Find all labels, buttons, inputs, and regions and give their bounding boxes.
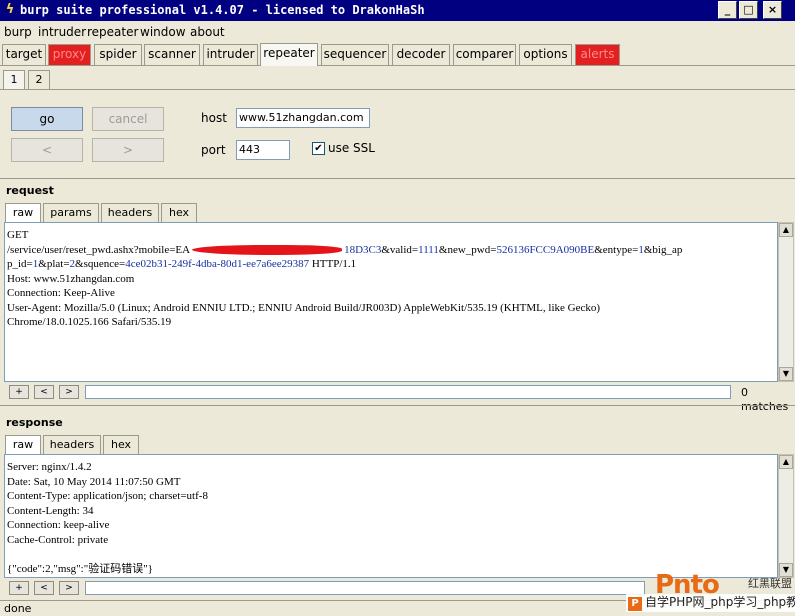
repeater-sub-tabs: 1 2	[0, 69, 795, 90]
request-tab-headers[interactable]: headers	[101, 203, 159, 222]
maximize-button[interactable]: □	[739, 1, 758, 19]
param-value-mobile-tail: 18D3C3	[344, 243, 382, 256]
response-line: Connection: keep-alive	[7, 519, 110, 531]
header-connection: Connection: Keep-Alive	[7, 287, 115, 299]
param-big-app-name: &big_ap	[643, 243, 683, 256]
scroll-up-icon[interactable]: ▲	[779, 223, 793, 237]
request-search-next-button[interactable]: >	[59, 385, 79, 399]
response-line: Server: nginx/1.4.2	[7, 461, 92, 473]
main-tab-strip: target proxy spider scanner intruder rep…	[0, 43, 795, 66]
tab-proxy[interactable]: proxy	[48, 44, 91, 65]
http-version: HTTP/1.1	[309, 258, 357, 270]
param-valid-name: &valid=	[381, 243, 419, 256]
request-line: GET	[7, 229, 29, 241]
param-entype-name: &entype=	[594, 243, 639, 256]
response-line: Cache-Control: private	[7, 533, 109, 546]
request-scrollbar[interactable]: ▲ ▼	[778, 222, 794, 382]
response-tab-hex[interactable]: hex	[103, 435, 139, 454]
history-forward-button[interactable]: >	[92, 138, 164, 162]
title-bar: ϟ burp suite professional v1.4.07 - lice…	[0, 0, 795, 21]
menu-burp[interactable]: burp	[4, 25, 32, 39]
minimize-button[interactable]: _	[718, 1, 737, 19]
divider	[0, 178, 795, 179]
request-tab-raw[interactable]: raw	[5, 203, 41, 222]
watermark-line: P 自学PHP网_php学习_php教	[626, 594, 795, 612]
tab-options[interactable]: options	[519, 44, 572, 65]
request-search-add-button[interactable]: +	[9, 385, 29, 399]
menu-about[interactable]: about	[190, 25, 225, 39]
header-user-agent: User-Agent: Mozilla/5.0 (Linux; Android …	[7, 301, 601, 314]
request-title: request	[6, 184, 54, 197]
url-path: /service/user/reset_pwd.ashx?mobile=EA	[7, 243, 191, 256]
divider	[0, 405, 795, 406]
use-ssl-label: use SSL	[328, 141, 375, 155]
response-line: Content-Length: 34	[7, 504, 94, 517]
scroll-down-icon[interactable]: ▼	[779, 367, 793, 381]
request-search-input[interactable]	[85, 385, 731, 399]
request-search-prev-button[interactable]: <	[34, 385, 54, 399]
history-back-button[interactable]: <	[11, 138, 83, 162]
status-text: done	[4, 602, 32, 615]
tab-scanner[interactable]: scanner	[144, 44, 200, 65]
go-button[interactable]: go	[11, 107, 83, 131]
tab-sequencer[interactable]: sequencer	[321, 44, 389, 65]
request-match-count: 0 matches	[741, 386, 789, 413]
host-input[interactable]: www.51zhangdan.com	[236, 108, 370, 128]
request-controls: go cancel < > host www.51zhangdan.com po…	[0, 90, 795, 178]
response-search-next-button[interactable]: >	[59, 581, 79, 595]
window-title: burp suite professional v1.4.07 - licens…	[20, 3, 425, 17]
request-tab-hex[interactable]: hex	[161, 203, 197, 222]
tab-alerts[interactable]: alerts	[575, 44, 620, 65]
tab-comparer[interactable]: comparer	[453, 44, 516, 65]
request-url-line: /service/user/reset_pwd.ashx?mobile=EA 18…	[5, 243, 777, 258]
burp-app-icon: ϟ	[5, 2, 15, 17]
port-input[interactable]: 443	[236, 140, 290, 160]
header-host: Host: www.51zhangdan.com	[7, 272, 135, 285]
scroll-down-icon[interactable]: ▼	[779, 563, 793, 577]
response-search-add-button[interactable]: +	[9, 581, 29, 595]
menu-bar: burp intruder repeater window about	[0, 22, 795, 42]
param-new-pwd-name: &new_pwd=	[438, 243, 497, 256]
response-line: Date: Sat, 10 May 2014 11:07:50 GMT	[7, 475, 181, 488]
tab-decoder[interactable]: decoder	[392, 44, 450, 65]
param-app-id-name: p_id=	[7, 258, 33, 270]
response-scrollbar[interactable]: ▲ ▼	[778, 454, 794, 578]
response-editor[interactable]: Server: nginx/1.4.2 Date: Sat, 10 May 20…	[4, 454, 778, 578]
param-plat-name: &plat=	[38, 258, 70, 270]
subtab-2[interactable]: 2	[28, 70, 50, 89]
request-tab-params[interactable]: params	[43, 203, 99, 222]
header-user-agent-cont: Chrome/18.0.1025.166 Safari/535.19	[7, 316, 172, 328]
tab-repeater[interactable]: repeater	[260, 43, 318, 66]
response-search-prev-button[interactable]: <	[34, 581, 54, 595]
request-editor[interactable]: GET /service/user/reset_pwd.ashx?mobile=…	[4, 222, 778, 382]
port-label: port	[201, 143, 226, 157]
use-ssl-checkbox[interactable]: ✔	[312, 142, 325, 155]
tab-target[interactable]: target	[2, 44, 46, 65]
response-search-input[interactable]	[85, 581, 645, 595]
watermark-subtitle: 红黑联盟	[748, 577, 792, 590]
watermark-badge: P	[628, 597, 642, 611]
response-line	[5, 547, 777, 562]
menu-repeater[interactable]: repeater	[87, 25, 138, 39]
scroll-up-icon[interactable]: ▲	[779, 455, 793, 469]
redaction-mark	[192, 244, 343, 255]
response-title: response	[6, 416, 63, 429]
tab-spider[interactable]: spider	[94, 44, 142, 65]
watermark-text: 自学PHP网_php学习_php教	[645, 595, 795, 609]
param-valid-value: 1111	[418, 243, 439, 256]
close-button[interactable]: ×	[763, 1, 782, 19]
response-tab-raw[interactable]: raw	[5, 435, 41, 454]
param-squence-name: &squence=	[75, 258, 126, 270]
host-label: host	[201, 111, 227, 125]
response-tab-headers[interactable]: headers	[43, 435, 101, 454]
response-line: Content-Type: application/json; charset=…	[7, 490, 208, 502]
param-squence-value: 4ce02b31-249f-4dba-80d1-ee7a6ee29387	[125, 258, 310, 270]
menu-window[interactable]: window	[140, 25, 186, 39]
param-new-pwd-value: 526136FCC9A090BE	[496, 243, 595, 256]
request-url-line-cont: p_id=1&plat=2&squence=4ce02b31-249f-4dba…	[5, 257, 777, 272]
cancel-button[interactable]: cancel	[92, 107, 164, 131]
menu-intruder[interactable]: intruder	[38, 25, 86, 39]
tab-intruder[interactable]: intruder	[203, 44, 258, 65]
subtab-1[interactable]: 1	[3, 70, 25, 89]
